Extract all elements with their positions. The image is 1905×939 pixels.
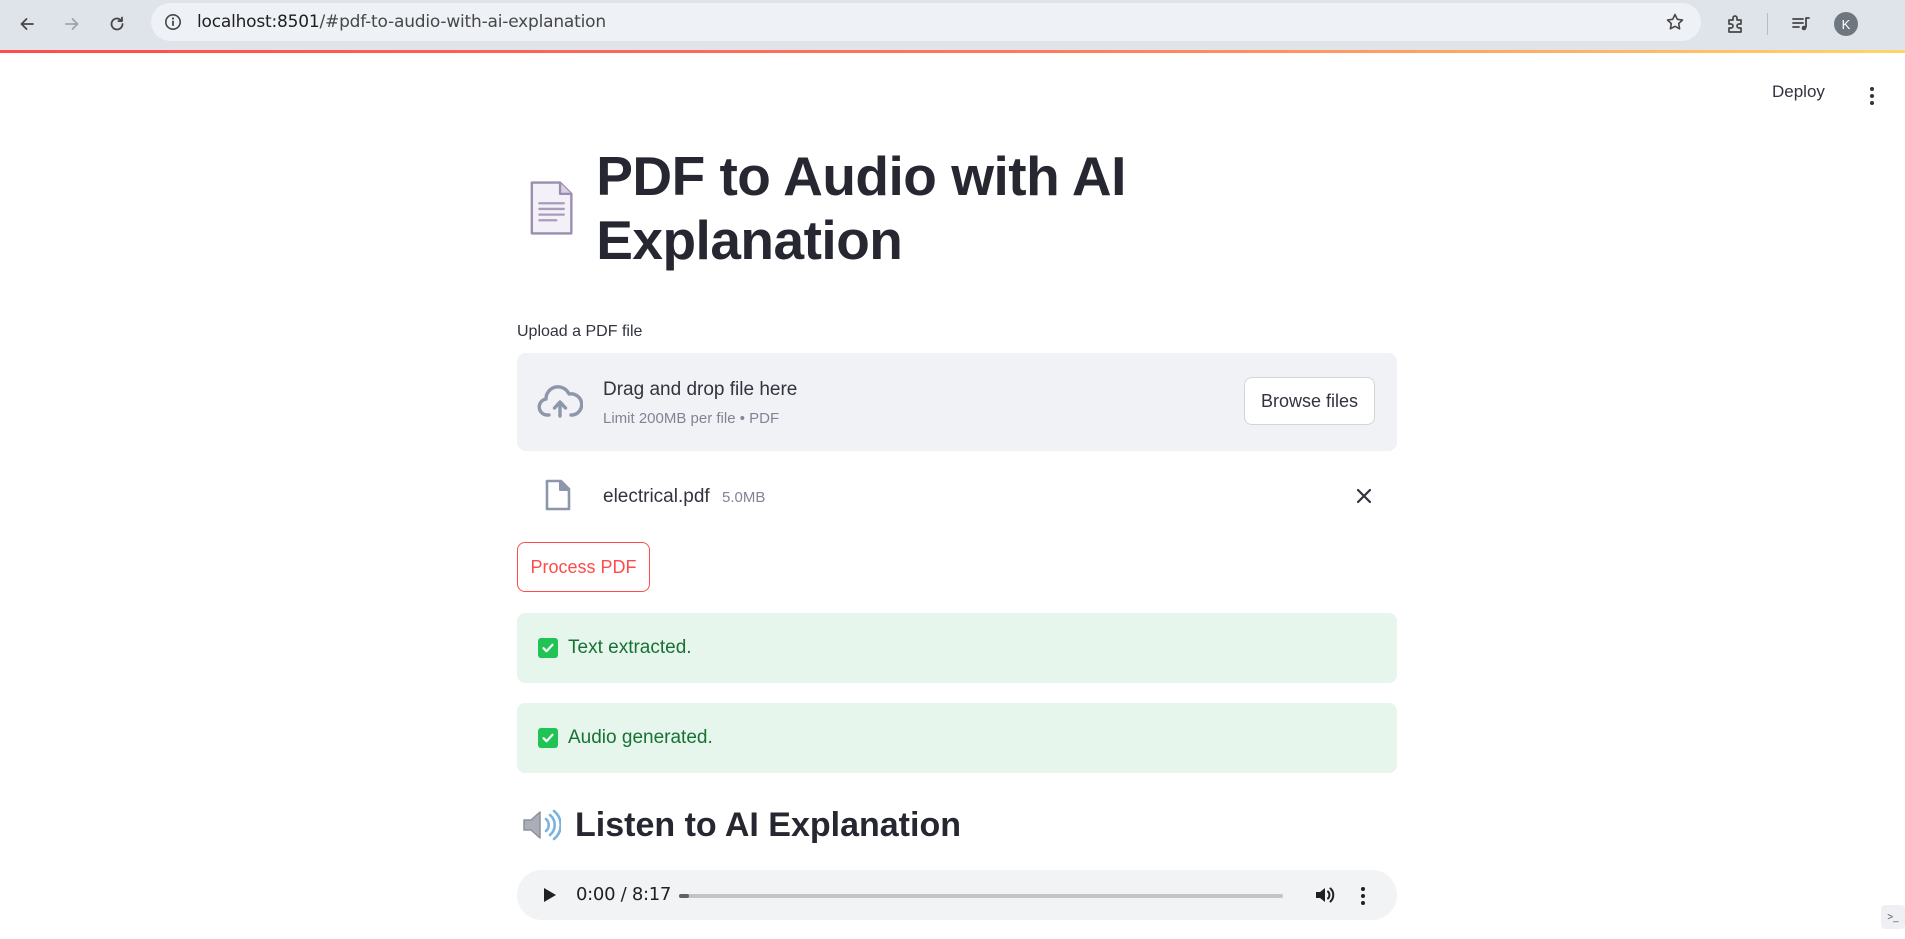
file-dropzone[interactable]: Drag and drop file here Limit 200MB per … [517, 353, 1397, 451]
site-info-icon[interactable] [163, 12, 183, 32]
back-arrow-icon [20, 18, 34, 30]
url-path: /#pdf-to-audio-with-ai-explanation [319, 12, 607, 32]
browse-files-button[interactable]: Browse files [1244, 377, 1375, 425]
kebab-dot-icon [1361, 887, 1365, 891]
audio-time-display: 0:00 / 8:17 [576, 884, 672, 905]
reload-icon [110, 16, 124, 31]
audio-progress-fill [679, 894, 689, 898]
url-text: localhost:8501/#pdf-to-audio-with-ai-exp… [197, 12, 606, 32]
avatar: K [1834, 12, 1858, 36]
cloud-upload-icon [537, 385, 583, 418]
app-top-decoration [0, 50, 1905, 53]
section-heading: Listen to AI Explanation [517, 800, 961, 850]
back-button[interactable] [9, 6, 45, 42]
uploaded-file-name: electrical.pdf [603, 486, 710, 507]
check-box-icon [538, 728, 558, 748]
uploaded-file-row: electrical.pdf 5.0MB [517, 470, 1397, 522]
check-box-icon [538, 638, 558, 658]
reload-button[interactable] [99, 6, 135, 42]
section-title: Listen to AI Explanation [575, 805, 961, 844]
success-alert-text-extracted: Text extracted. [517, 613, 1397, 683]
profile-button[interactable]: K [1829, 7, 1863, 41]
audio-player[interactable]: 0:00 / 8:17 [517, 870, 1397, 920]
page-title-row: PDF to Audio with AI Explanation [517, 145, 1397, 271]
play-icon[interactable] [539, 885, 559, 905]
bookmark-star-icon[interactable] [1665, 12, 1685, 32]
toolbar-divider [1767, 13, 1768, 35]
puzzle-piece-icon [1728, 15, 1742, 33]
main-menu-button[interactable] [1862, 84, 1882, 108]
browser-toolbar: localhost:8501/#pdf-to-audio-with-ai-exp… [0, 0, 1905, 50]
alert-message: Audio generated. [568, 727, 713, 748]
file-icon [545, 479, 571, 511]
alert-message: Text extracted. [568, 637, 692, 658]
volume-icon[interactable] [1313, 884, 1335, 906]
audio-more-options-button[interactable] [1359, 884, 1367, 906]
kebab-dot-icon [1870, 87, 1874, 91]
dev-tools-widget-icon[interactable]: >_ [1881, 905, 1905, 929]
process-pdf-button[interactable]: Process PDF [517, 542, 650, 592]
deploy-button[interactable]: Deploy [1772, 82, 1825, 102]
dropzone-subtitle: Limit 200MB per file • PDF [603, 410, 780, 427]
address-bar[interactable]: localhost:8501/#pdf-to-audio-with-ai-exp… [151, 3, 1701, 41]
uploaded-file-size: 5.0MB [722, 489, 766, 506]
playlist-music-icon [1792, 17, 1810, 31]
kebab-dot-icon [1870, 101, 1874, 105]
kebab-dot-icon [1361, 901, 1365, 905]
forward-arrow-icon [65, 18, 79, 30]
speaker-high-volume-icon [523, 809, 561, 841]
dropzone-title: Drag and drop file here [603, 379, 798, 400]
kebab-dot-icon [1870, 94, 1874, 98]
kebab-dot-icon [1361, 894, 1365, 898]
close-icon[interactable] [1353, 485, 1375, 507]
success-alert-audio-generated: Audio generated. [517, 703, 1397, 773]
page-title: PDF to Audio with AI Explanation [596, 145, 1126, 271]
forward-button[interactable] [54, 6, 90, 42]
extensions-button[interactable] [1719, 7, 1753, 41]
url-host: localhost:8501 [197, 12, 320, 32]
media-controls-button[interactable] [1784, 7, 1818, 41]
uploader-label: Upload a PDF file [517, 323, 643, 340]
page-facing-up-icon [530, 181, 573, 235]
audio-seek-bar[interactable] [679, 894, 1283, 898]
